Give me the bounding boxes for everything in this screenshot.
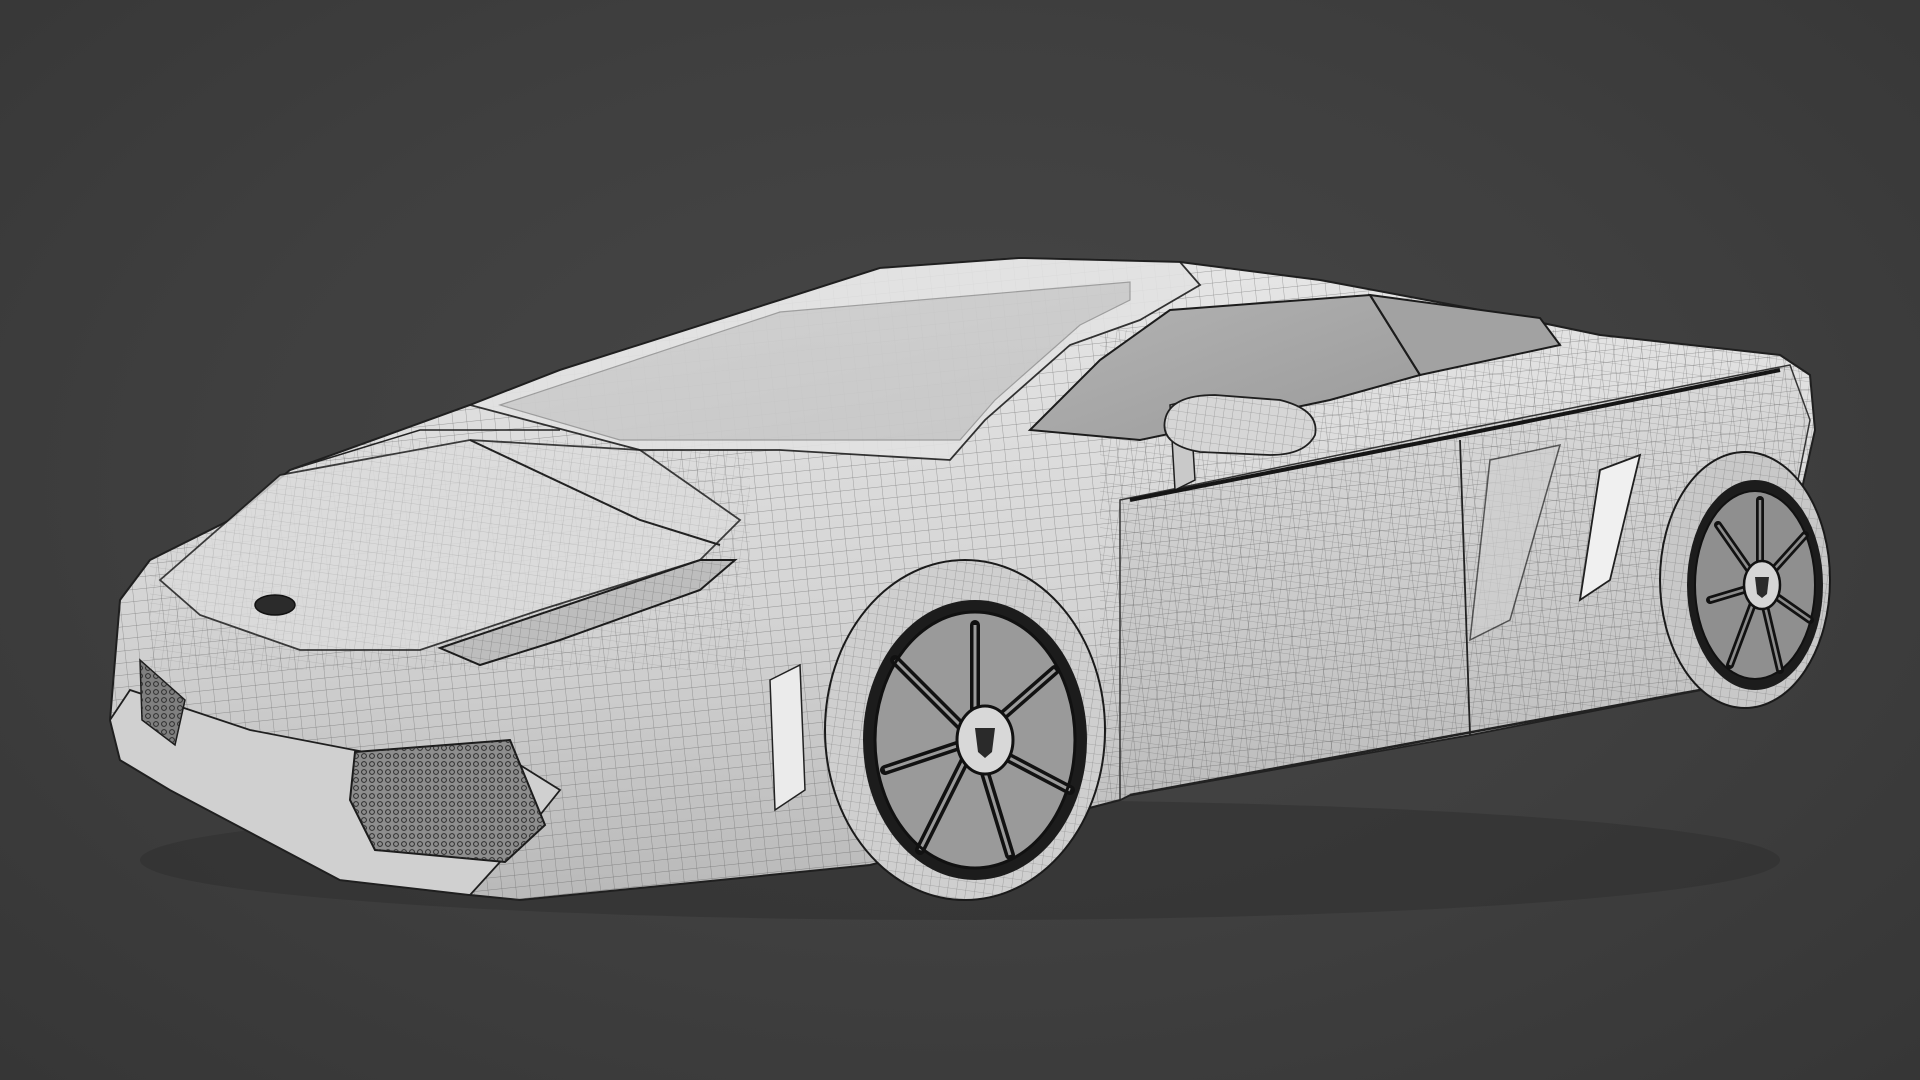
- front-left-air-intake: [348, 738, 547, 864]
- front-side-vent: [769, 663, 806, 812]
- front-wheel-hub: [955, 704, 1015, 776]
- car-model-scene[interactable]: [0, 0, 1920, 1080]
- hood[interactable]: [150, 429, 750, 670]
- hood-emblem: [254, 594, 296, 616]
- rear-wheel-hub: [1742, 559, 1782, 611]
- 3d-viewport[interactable]: [0, 0, 1920, 1080]
